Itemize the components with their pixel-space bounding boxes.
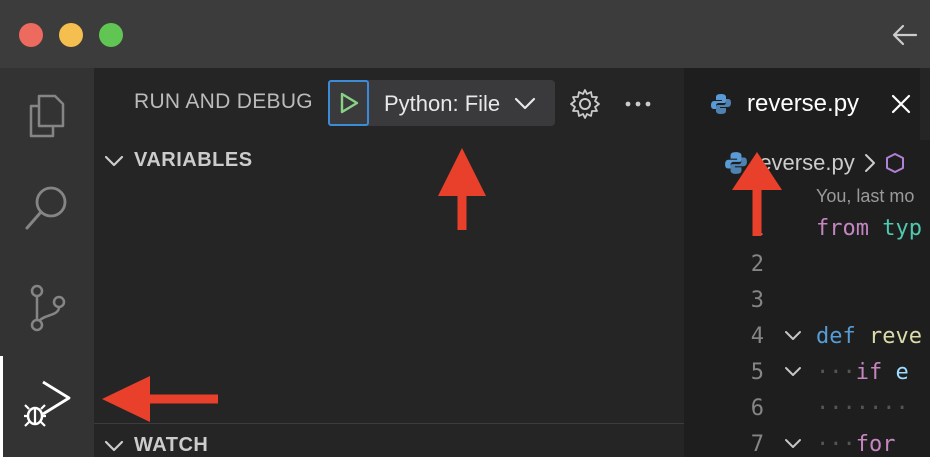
code-text: from typ	[816, 216, 922, 241]
code-line[interactable]: 2	[684, 248, 930, 282]
code-line[interactable]: 6 ·······	[684, 392, 930, 426]
watch-section-header[interactable]: WATCH	[104, 434, 208, 457]
code-line[interactable]: 1 from typ	[684, 212, 930, 246]
code-text: ·······	[816, 396, 909, 421]
activity-source-control[interactable]	[0, 264, 94, 352]
line-number: 3	[750, 288, 764, 313]
chevron-right-icon	[864, 154, 875, 172]
search-icon	[25, 186, 67, 230]
play-icon	[340, 92, 358, 114]
tab-reverse-py[interactable]: reverse.py	[684, 68, 920, 140]
close-icon[interactable]	[890, 93, 912, 115]
window-maximize-button[interactable]	[99, 23, 123, 47]
git-blame-annotation: You, last mo	[816, 186, 915, 206]
line-number: 5	[750, 360, 764, 385]
editor-area: reverse.py reverse.py You, last mo 1 fro…	[684, 68, 930, 457]
start-debugging-button[interactable]	[328, 80, 369, 126]
python-file-icon	[711, 94, 731, 114]
tab-label: reverse.py	[747, 90, 860, 117]
code-line[interactable]: 3	[684, 284, 930, 318]
fold-chevron-icon[interactable]	[784, 329, 802, 343]
active-indicator	[0, 356, 3, 457]
more-actions-icon[interactable]	[622, 88, 654, 120]
code-text: def reve	[816, 324, 922, 349]
files-icon	[29, 94, 65, 138]
variables-section-header[interactable]: VARIABLES	[104, 149, 253, 172]
window-close-button[interactable]	[19, 23, 43, 47]
line-number: 2	[750, 252, 764, 277]
activity-bar	[0, 68, 94, 457]
fold-chevron-icon[interactable]	[784, 365, 802, 379]
code-line[interactable]: 7 ···for	[684, 428, 930, 457]
line-number: 4	[750, 324, 764, 349]
sidebar-title: RUN AND DEBUG	[134, 90, 313, 113]
fold-chevron-icon[interactable]	[784, 437, 802, 451]
code-text: ···for	[816, 432, 896, 457]
chevron-down-icon	[104, 155, 124, 166]
chevron-down-icon	[514, 97, 536, 110]
debug-config-selector[interactable]: Python: File	[328, 80, 555, 126]
symbol-icon[interactable]	[885, 152, 905, 174]
chevron-down-icon	[104, 440, 124, 451]
gear-icon[interactable]	[569, 88, 601, 120]
title-bar	[0, 0, 930, 68]
code-line[interactable]: 4 def reve	[684, 320, 930, 354]
variables-label: VARIABLES	[134, 149, 253, 171]
line-number: 7	[750, 432, 764, 457]
line-number: 6	[750, 396, 764, 421]
watch-label: WATCH	[134, 434, 209, 456]
back-arrow-icon[interactable]	[890, 20, 920, 50]
activity-explorer[interactable]	[0, 72, 94, 160]
editor-tab-bar: reverse.py	[684, 68, 930, 140]
annotation-arrow-left	[102, 376, 218, 422]
annotation-arrow-up	[732, 152, 782, 236]
activity-search[interactable]	[0, 164, 94, 252]
activity-run-debug[interactable]	[0, 358, 94, 446]
code-text: ···if e	[816, 360, 909, 385]
annotation-arrow-up	[438, 148, 486, 230]
run-debug-icon	[24, 380, 71, 427]
window-minimize-button[interactable]	[59, 23, 83, 47]
source-control-icon	[30, 284, 66, 332]
code-line[interactable]: 5 ···if e	[684, 356, 930, 390]
debug-config-label: Python: File	[384, 91, 501, 116]
